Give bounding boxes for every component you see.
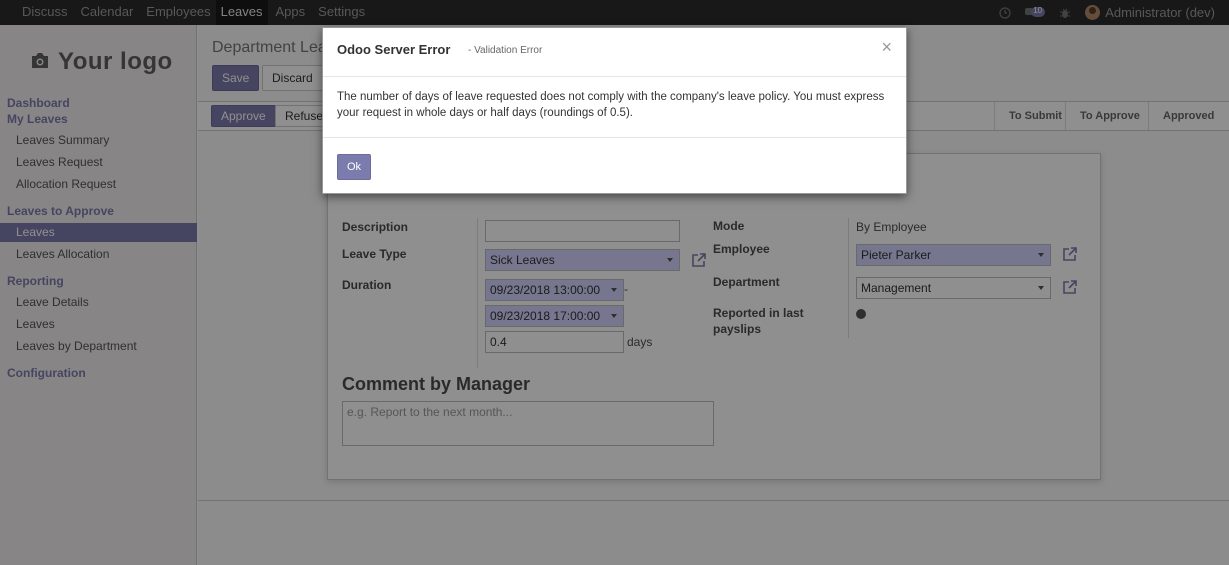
dialog-message: The number of days of leave requested do…: [337, 91, 885, 119]
dialog-footer: Ok: [323, 137, 906, 194]
dialog-header: Odoo Server Error - Validation Error ×: [323, 28, 906, 77]
dialog-title: Odoo Server Error: [337, 42, 451, 57]
dialog-subtitle: - Validation Error: [468, 45, 543, 56]
error-dialog: Odoo Server Error - Validation Error × T…: [322, 27, 907, 194]
close-icon[interactable]: ×: [881, 37, 892, 58]
ok-button[interactable]: Ok: [337, 154, 372, 180]
